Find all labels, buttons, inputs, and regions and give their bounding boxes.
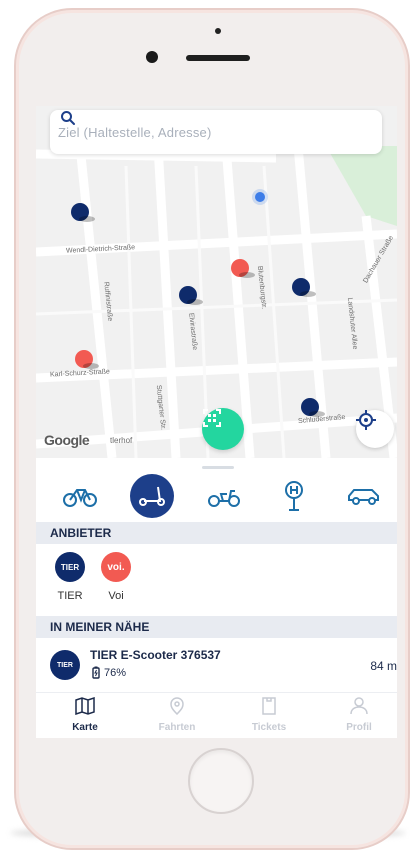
mode-scooter[interactable] bbox=[130, 474, 174, 518]
voi-logo: voi. bbox=[101, 552, 131, 582]
app-screen: Wendl-Dietrich-Straße Karl-Schurz-Straße… bbox=[36, 106, 397, 738]
user-location-dot bbox=[255, 192, 265, 202]
provider-voi[interactable]: voi. Voi bbox=[96, 552, 136, 602]
tab-label: Profil bbox=[346, 722, 372, 733]
map-view[interactable]: Wendl-Dietrich-Straße Karl-Schurz-Straße… bbox=[36, 106, 397, 458]
home-button[interactable] bbox=[188, 748, 254, 814]
tab-tickets[interactable]: Tickets bbox=[234, 697, 304, 733]
map-icon bbox=[75, 696, 95, 716]
google-attribution: Google bbox=[44, 432, 90, 448]
tab-label: Fahrten bbox=[158, 722, 196, 733]
section-nearby: IN MEINER NÄHE bbox=[36, 616, 397, 638]
sheet-drag-handle[interactable] bbox=[202, 466, 234, 469]
tab-label: Karte bbox=[72, 722, 98, 733]
scan-qr-button[interactable] bbox=[202, 408, 244, 450]
tab-bar: Karte Fahrten Tickets Profil bbox=[36, 692, 397, 738]
front-sensor bbox=[215, 28, 221, 34]
tier-logo: TIER bbox=[50, 650, 80, 680]
tier-scooter-marker[interactable] bbox=[179, 286, 203, 305]
bottom-sheet: ANBIETER TIER TIER voi. Voi IN MEINER NÄ… bbox=[36, 458, 397, 738]
map-streets bbox=[36, 106, 397, 458]
provider-tier[interactable]: TIER TIER bbox=[50, 552, 90, 602]
tier-logo: TIER bbox=[55, 552, 85, 582]
bus-stop-icon bbox=[285, 481, 303, 511]
battery-level: 76% bbox=[104, 666, 127, 679]
car-icon bbox=[348, 489, 379, 505]
mode-selector bbox=[36, 474, 397, 518]
provider-name: TIER bbox=[57, 590, 83, 602]
battery-info: 76% bbox=[92, 666, 126, 679]
front-camera bbox=[146, 51, 158, 63]
search-placeholder: Ziel (Haltestelle, Adresse) bbox=[58, 124, 212, 140]
moped-icon bbox=[208, 490, 240, 507]
vehicle-title: TIER E-Scooter 376537 bbox=[90, 648, 221, 662]
tab-profil[interactable]: Profil bbox=[324, 697, 394, 733]
ticket-icon bbox=[262, 697, 276, 715]
bicycle-icon bbox=[63, 489, 97, 507]
voi-scooter-marker[interactable] bbox=[75, 350, 99, 369]
mode-car[interactable] bbox=[342, 474, 386, 518]
person-icon bbox=[350, 697, 368, 715]
mode-bike[interactable] bbox=[58, 474, 102, 518]
tab-label: Tickets bbox=[251, 722, 287, 733]
crosshair-icon bbox=[356, 410, 376, 430]
mode-transit[interactable] bbox=[272, 474, 316, 518]
mode-moped[interactable] bbox=[202, 474, 246, 518]
locate-me-button[interactable] bbox=[356, 410, 394, 448]
voi-scooter-marker[interactable] bbox=[231, 259, 255, 278]
destination-search[interactable]: Ziel (Haltestelle, Adresse) bbox=[50, 110, 382, 154]
earpiece-speaker bbox=[186, 55, 250, 61]
battery-icon bbox=[92, 666, 100, 679]
nearby-list-item[interactable]: TIER TIER E-Scooter 376537 76% 84 m bbox=[36, 640, 397, 690]
distance: 84 m bbox=[370, 659, 397, 673]
provider-name: Voi bbox=[108, 590, 124, 602]
tier-scooter-marker[interactable] bbox=[71, 203, 95, 222]
tab-fahrten[interactable]: Fahrten bbox=[142, 697, 212, 733]
kick-scooter-icon bbox=[139, 486, 165, 506]
tier-scooter-marker[interactable] bbox=[301, 398, 325, 417]
tab-karte[interactable]: Karte bbox=[50, 696, 120, 733]
place-label: tlerhof bbox=[110, 436, 133, 445]
search-icon bbox=[61, 111, 75, 125]
section-providers: ANBIETER bbox=[36, 522, 397, 544]
tier-scooter-marker[interactable] bbox=[292, 278, 316, 297]
qr-scan-icon bbox=[203, 409, 221, 427]
location-pin-icon bbox=[170, 697, 184, 716]
